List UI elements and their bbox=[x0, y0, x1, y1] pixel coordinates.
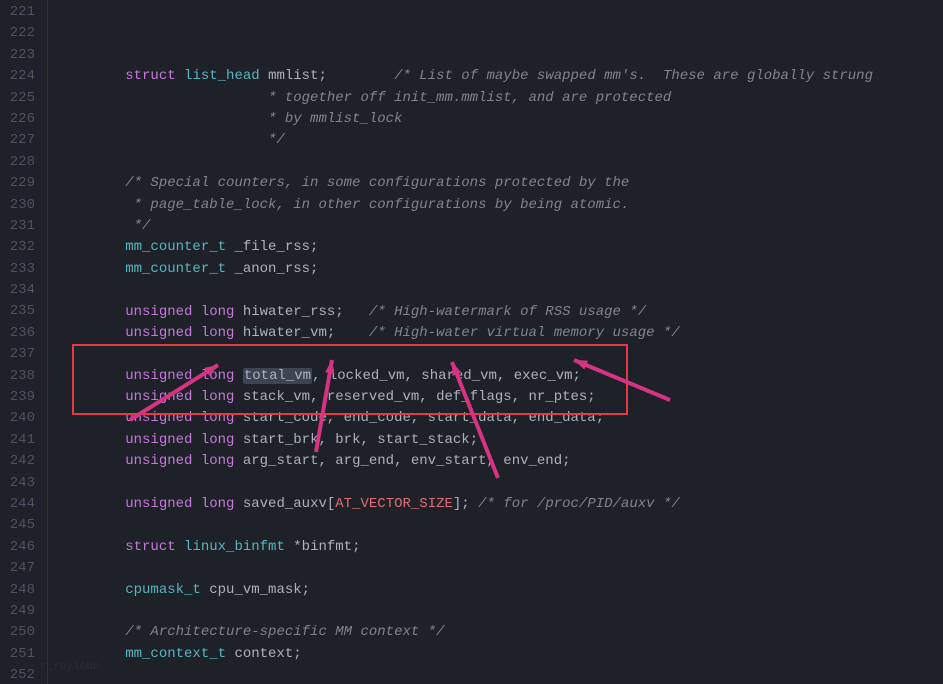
line-number-gutter: 2212222232242252262272282292302312322332… bbox=[0, 0, 48, 684]
code-line[interactable]: mm_counter_t _anon_rss; bbox=[58, 259, 943, 280]
line-number: 237 bbox=[8, 344, 35, 365]
code-line[interactable]: * together off init_mm.mmlist, and are p… bbox=[58, 88, 943, 109]
code-line[interactable]: struct list_head mmlist; /* List of mayb… bbox=[58, 66, 943, 87]
code-line[interactable]: unsigned long start_brk, brk, start_stac… bbox=[58, 430, 943, 451]
code-line[interactable]: * page_table_lock, in other configuratio… bbox=[58, 195, 943, 216]
line-number: 238 bbox=[8, 366, 35, 387]
code-area[interactable]: struct list_head mmlist; /* List of mayb… bbox=[48, 0, 943, 684]
line-number: 249 bbox=[8, 601, 35, 622]
line-number: 223 bbox=[8, 45, 35, 66]
line-number: 242 bbox=[8, 451, 35, 472]
line-number: 229 bbox=[8, 173, 35, 194]
line-number: 243 bbox=[8, 473, 35, 494]
line-number: 245 bbox=[8, 515, 35, 536]
code-line[interactable]: unsigned long arg_start, arg_end, env_st… bbox=[58, 451, 943, 472]
line-number: 224 bbox=[8, 66, 35, 87]
line-number: 222 bbox=[8, 23, 35, 44]
line-number: 252 bbox=[8, 665, 35, 684]
line-number: 244 bbox=[8, 494, 35, 515]
code-line[interactable] bbox=[58, 665, 943, 684]
code-line[interactable]: */ bbox=[58, 130, 943, 151]
line-number: 221 bbox=[8, 2, 35, 23]
line-number: 240 bbox=[8, 408, 35, 429]
line-number: 230 bbox=[8, 195, 35, 216]
line-number: 236 bbox=[8, 323, 35, 344]
watermark: r_roylobb bbox=[40, 657, 99, 678]
code-line[interactable] bbox=[58, 473, 943, 494]
code-line[interactable]: cpumask_t cpu_vm_mask; bbox=[58, 580, 943, 601]
line-number: 239 bbox=[8, 387, 35, 408]
line-number: 250 bbox=[8, 622, 35, 643]
line-number: 225 bbox=[8, 88, 35, 109]
line-number: 226 bbox=[8, 109, 35, 130]
code-line[interactable] bbox=[58, 558, 943, 579]
line-number: 231 bbox=[8, 216, 35, 237]
code-line[interactable]: unsigned long total_vm, locked_vm, share… bbox=[58, 366, 943, 387]
line-number: 246 bbox=[8, 537, 35, 558]
line-number: 235 bbox=[8, 301, 35, 322]
code-line[interactable]: unsigned long start_code, end_code, star… bbox=[58, 408, 943, 429]
code-line[interactable] bbox=[58, 152, 943, 173]
line-number: 227 bbox=[8, 130, 35, 151]
code-line[interactable]: * by mmlist_lock bbox=[58, 109, 943, 130]
code-line[interactable]: mm_context_t context; bbox=[58, 644, 943, 665]
code-line[interactable] bbox=[58, 344, 943, 365]
code-line[interactable]: /* Architecture-specific MM context */ bbox=[58, 622, 943, 643]
code-editor: 2212222232242252262272282292302312322332… bbox=[0, 0, 943, 684]
line-number: 241 bbox=[8, 430, 35, 451]
code-line[interactable]: /* Special counters, in some configurati… bbox=[58, 173, 943, 194]
line-number: 233 bbox=[8, 259, 35, 280]
line-number: 228 bbox=[8, 152, 35, 173]
code-line[interactable]: unsigned long hiwater_vm; /* High-water … bbox=[58, 323, 943, 344]
code-line[interactable] bbox=[58, 515, 943, 536]
code-line[interactable]: unsigned long hiwater_rss; /* High-water… bbox=[58, 302, 943, 323]
line-number: 251 bbox=[8, 644, 35, 665]
line-number: 248 bbox=[8, 580, 35, 601]
code-line[interactable]: unsigned long stack_vm, reserved_vm, def… bbox=[58, 387, 943, 408]
code-line[interactable] bbox=[58, 280, 943, 301]
code-line[interactable]: */ bbox=[58, 216, 943, 237]
code-line[interactable] bbox=[58, 601, 943, 622]
code-line[interactable]: mm_counter_t _file_rss; bbox=[58, 237, 943, 258]
code-line[interactable]: struct linux_binfmt *binfmt; bbox=[58, 537, 943, 558]
line-number: 247 bbox=[8, 558, 35, 579]
code-line[interactable]: unsigned long saved_auxv[AT_VECTOR_SIZE]… bbox=[58, 494, 943, 515]
line-number: 232 bbox=[8, 237, 35, 258]
line-number: 234 bbox=[8, 280, 35, 301]
